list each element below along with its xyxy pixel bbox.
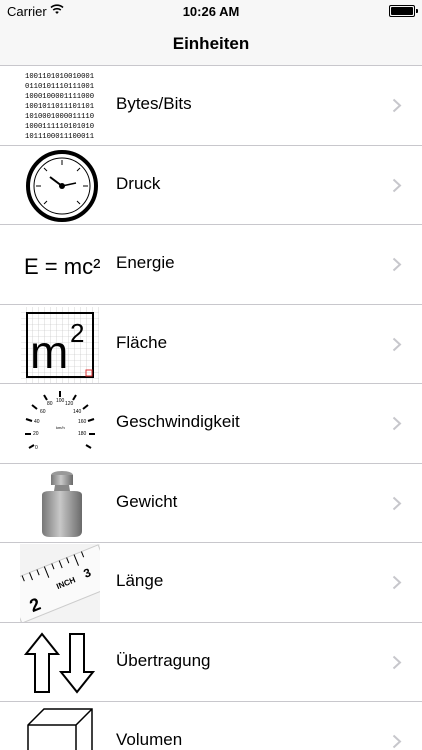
battery-icon — [389, 5, 418, 17]
energy-formula-icon: E = mc² — [20, 226, 100, 304]
svg-text:160: 160 — [78, 419, 87, 425]
list-item-label: Energie — [116, 253, 175, 272]
list-item-druck[interactable]: Druck — [0, 145, 422, 225]
chevron-right-icon — [392, 178, 402, 193]
binary-digits-icon: 1001101010010001 0110101110111001 100010… — [20, 67, 100, 145]
list-item-gewicht[interactable]: Gewicht — [0, 463, 422, 543]
list-item-energie[interactable]: E = mc² Energie — [0, 225, 422, 305]
speedometer-icon: 0 20 40 60 80 100 120 140 160 180 km/h — [20, 385, 100, 463]
list-item-label: Geschwindigkeit — [116, 412, 240, 431]
svg-text:40: 40 — [34, 419, 40, 425]
list-item-bytes-bits[interactable]: 1001101010010001 0110101110111001 100010… — [0, 66, 422, 146]
binary-line: 1000100001111000 — [25, 93, 94, 101]
svg-text:180: 180 — [78, 431, 87, 437]
chevron-right-icon — [392, 734, 402, 749]
list-item-label: Volumen — [116, 730, 183, 749]
navigation-bar: Einheiten — [0, 22, 422, 66]
formula-text: E = mc² — [24, 254, 100, 279]
list-item-label: Übertragung — [116, 650, 211, 670]
svg-text:20: 20 — [33, 431, 39, 437]
chevron-right-icon — [392, 655, 402, 670]
svg-text:120: 120 — [65, 401, 74, 407]
svg-text:0: 0 — [35, 445, 38, 451]
binary-line: 0110101110111001 — [25, 83, 94, 91]
svg-text:80: 80 — [47, 401, 53, 407]
clock: 10:26 AM — [182, 4, 240, 19]
page-title: Einheiten — [172, 34, 250, 53]
binary-line: 1000111110101010 — [25, 123, 94, 131]
chevron-right-icon — [392, 416, 402, 431]
chevron-right-icon — [392, 337, 402, 352]
list-item-geschwindigkeit[interactable]: 0 20 40 60 80 100 120 140 160 180 km/h G… — [0, 384, 422, 464]
list-item-laenge[interactable]: 2 INCH 3 Länge — [0, 543, 422, 623]
binary-line: 1010001000011110 — [25, 113, 94, 121]
cube-icon — [20, 703, 100, 750]
svg-text:km/h: km/h — [56, 425, 65, 430]
list-item-label: Bytes/Bits — [116, 94, 192, 113]
pressure-gauge-icon — [20, 147, 100, 225]
svg-text:140: 140 — [73, 409, 82, 415]
up-down-arrows-icon — [20, 624, 100, 702]
list-item-label: Druck — [116, 173, 161, 193]
svg-text:100: 100 — [56, 398, 65, 404]
area-unit-text: m — [30, 326, 68, 378]
list-item-flaeche[interactable]: m 2 Fläche — [0, 304, 422, 384]
chevron-right-icon — [392, 575, 402, 590]
list-item-label: Länge — [116, 571, 164, 590]
chevron-right-icon — [392, 496, 402, 511]
units-list[interactable]: 1001101010010001 0110101110111001 100010… — [0, 66, 422, 750]
binary-line: 1001011011101101 — [25, 103, 94, 111]
measuring-tape-icon: 2 INCH 3 — [20, 544, 100, 622]
weight-icon — [20, 465, 100, 543]
list-item-uebertragung[interactable]: Übertragung — [0, 622, 422, 702]
list-item-volumen[interactable]: Volumen — [0, 702, 422, 750]
status-bar: Carrier 10:26 AM — [0, 0, 422, 22]
area-grid-icon: m 2 — [20, 306, 100, 384]
binary-line: 1001101010010001 — [25, 73, 94, 81]
list-item-label: Gewicht — [116, 491, 178, 511]
area-exponent-text: 2 — [70, 318, 84, 348]
chevron-right-icon — [392, 257, 402, 272]
binary-line: 1011100011100011 — [25, 133, 94, 141]
svg-text:60: 60 — [40, 409, 46, 415]
list-item-label: Fläche — [116, 332, 168, 352]
chevron-right-icon — [392, 98, 402, 113]
